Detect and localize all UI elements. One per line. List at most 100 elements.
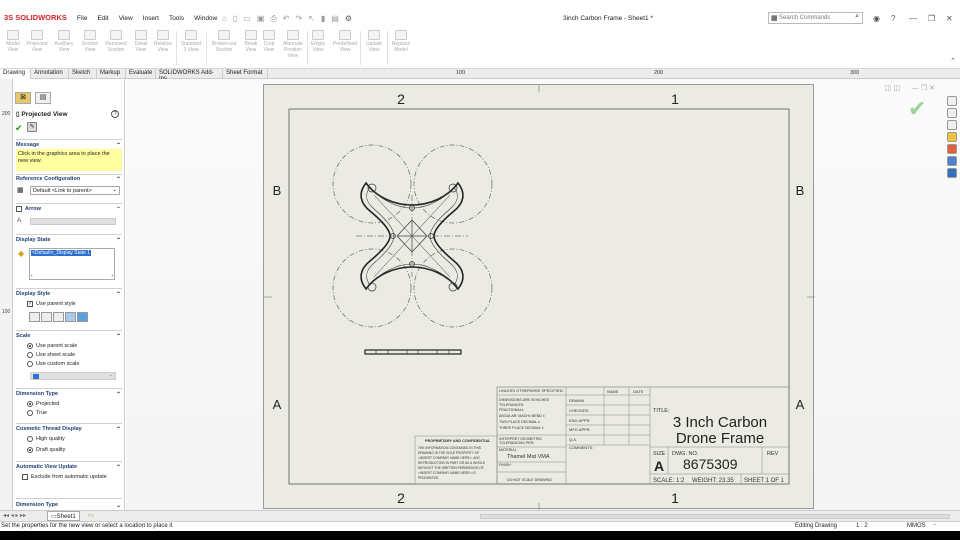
message-header[interactable]: Message ⌃ xyxy=(16,142,121,149)
hidden-lines-removed-icon[interactable] xyxy=(53,312,64,322)
solidworks-forum-icon[interactable] xyxy=(947,168,957,178)
use-parent-scale-option[interactable]: Use parent scale xyxy=(27,343,77,349)
shaded-icon[interactable] xyxy=(77,312,88,322)
new-document-icon[interactable]: ▯ xyxy=(233,14,237,24)
search-scope-icon[interactable]: ▦ xyxy=(771,14,778,22)
radio[interactable] xyxy=(27,361,33,367)
hidden-lines-visible-icon[interactable] xyxy=(41,312,52,322)
menu-insert[interactable]: Insert xyxy=(138,15,164,22)
collapse-chevron-icon[interactable]: ⌃ xyxy=(116,464,121,471)
reference-configuration-header[interactable]: Reference Configuration ⌃ xyxy=(16,176,121,183)
tab-solidworks-add-ins[interactable]: SOLIDWORKS Add-Ins xyxy=(156,69,223,82)
radio[interactable] xyxy=(27,410,33,416)
menu-tools[interactable]: Tools xyxy=(164,15,189,22)
confirmation-corner-check-icon[interactable]: ✔ xyxy=(908,96,926,122)
section-view-button[interactable]: Section View xyxy=(77,30,103,53)
alternate-position-view-button[interactable]: Alternate Position View xyxy=(279,30,307,59)
arrow-label-field[interactable] xyxy=(30,218,116,225)
view-palette-pane-icon[interactable] xyxy=(947,132,957,142)
horizontal-scrollbar[interactable] xyxy=(480,514,950,519)
radio-selected[interactable] xyxy=(27,343,33,349)
custom-properties-icon[interactable] xyxy=(947,156,957,166)
arrow-header[interactable]: Arrow xyxy=(16,206,41,212)
custom-scale-dropdown[interactable]: ⌄ xyxy=(30,372,116,380)
tab-sketch[interactable]: Sketch xyxy=(69,69,97,79)
cosmetic-thread-header[interactable]: Cosmetic Thread Display ⌃ xyxy=(16,426,121,433)
scale-header[interactable]: Scale ⌃ xyxy=(16,333,121,340)
window-controls-icon[interactable]: — ❐ ✕ xyxy=(912,84,935,92)
menu-edit[interactable]: Edit xyxy=(92,15,113,22)
design-library-icon[interactable] xyxy=(947,108,957,118)
removed-section-button[interactable]: Removed Section xyxy=(103,30,129,53)
model-view-button[interactable]: Model View xyxy=(0,30,26,53)
replace-model-button[interactable]: Replace Model xyxy=(388,30,414,53)
collapse-chevron-icon[interactable]: ⌃ xyxy=(116,391,121,398)
print-icon[interactable]: ⎙ xyxy=(270,14,276,24)
projected-option[interactable]: Projected xyxy=(27,401,59,407)
collapse-chevron-icon[interactable]: ⌃ xyxy=(116,142,121,149)
reference-configuration-dropdown[interactable]: Default <Link to parent> ⌄ xyxy=(30,186,120,195)
tab-annotation[interactable]: Annotation xyxy=(31,69,69,79)
collapse-chevron-icon[interactable]: ⌃ xyxy=(116,333,121,340)
auxiliary-view-button[interactable]: Auxiliary View xyxy=(51,30,77,53)
redo-icon[interactable]: ↷ xyxy=(295,14,302,24)
appearances-icon[interactable] xyxy=(947,144,957,154)
tab-sheet-format[interactable]: Sheet Format xyxy=(223,69,268,79)
collapse-chevron-icon[interactable]: ⌃ xyxy=(116,206,121,213)
use-parent-style-checkbox[interactable]: ✓ xyxy=(27,301,33,307)
collapse-ribbon-icon[interactable]: ⌃ xyxy=(950,57,956,65)
property-manager-tab-icon[interactable]: ▤ xyxy=(35,92,51,104)
status-units[interactable]: MMGS xyxy=(907,523,926,529)
solidworks-resources-icon[interactable] xyxy=(947,96,957,106)
units-menu-icon[interactable]: ⌃ xyxy=(932,523,937,530)
sheet1-tab[interactable]: ▭Sheet1 xyxy=(47,511,80,521)
use-parent-style-option[interactable]: ✓ Use parent style xyxy=(27,301,76,307)
scroll-right-icon[interactable]: › xyxy=(111,273,113,279)
undo-icon[interactable]: ↶ xyxy=(283,14,290,24)
pushpin-icon[interactable]: ✎ xyxy=(27,122,37,132)
sheet-nav-arrows-icon[interactable]: ◂◂ ◂ ▸ ▸▸ xyxy=(3,512,26,519)
feature-manager-tab-icon[interactable]: ⊠ xyxy=(15,92,31,104)
file-properties-icon[interactable]: ▤ xyxy=(331,14,339,24)
broken-out-section-button[interactable]: Broken-out Section xyxy=(209,30,239,53)
display-state-list[interactable]: <Default>_Display State 1 ‹ › xyxy=(29,248,115,280)
exclude-checkbox[interactable] xyxy=(22,474,28,480)
high-quality-option[interactable]: High quality xyxy=(27,436,65,442)
projected-view-button[interactable]: Projected View xyxy=(24,30,50,53)
automatic-view-update-header[interactable]: Automatic View Update ⌃ xyxy=(16,464,121,471)
radio[interactable] xyxy=(27,352,33,358)
use-custom-scale-option[interactable]: Use custom scale xyxy=(27,361,79,367)
status-scale[interactable]: 1 : 2 xyxy=(856,523,868,529)
options-icon[interactable]: ⚙ xyxy=(345,14,352,24)
select-icon[interactable]: ↖ xyxy=(308,14,315,24)
view-palette-icon[interactable]: ◫ ◫ xyxy=(885,84,900,92)
tab-evaluate[interactable]: Evaluate xyxy=(126,69,156,79)
radio-selected[interactable] xyxy=(27,401,33,407)
wireframe-icon[interactable] xyxy=(29,312,40,322)
home-icon[interactable]: ⌂ xyxy=(222,14,227,24)
collapse-chevron-icon[interactable]: ⌃ xyxy=(116,426,121,433)
solidworks-logo[interactable]: 3S SOLIDWORKS xyxy=(4,13,67,22)
predefined-view-button[interactable]: Predefined View xyxy=(331,30,359,53)
search-commands[interactable]: ▦ Search Commands ⌕ xyxy=(768,12,863,24)
menu-view[interactable]: View xyxy=(114,15,138,22)
close-icon[interactable]: ✕ xyxy=(946,14,953,23)
use-sheet-scale-option[interactable]: Use sheet scale xyxy=(27,352,75,358)
minimize-icon[interactable]: — xyxy=(909,14,917,23)
file-explorer-icon[interactable] xyxy=(947,120,957,130)
scroll-left-icon[interactable]: ‹ xyxy=(31,273,33,279)
search-icon[interactable]: ⌕ xyxy=(855,13,859,21)
true-option[interactable]: True xyxy=(27,410,47,416)
collapse-chevron-icon[interactable]: ⌃ xyxy=(116,176,121,183)
display-state-header[interactable]: Display State ⌃ xyxy=(16,237,121,244)
standard-3-view-button[interactable]: Standard 3 View xyxy=(178,30,204,53)
exclude-auto-update-option[interactable]: Exclude from automatic update xyxy=(22,474,107,480)
tab-drawing[interactable]: Drawing xyxy=(0,69,31,79)
help-icon[interactable]: ? xyxy=(891,14,895,23)
rebuild-icon[interactable]: ▮ xyxy=(321,14,325,24)
ok-checkmark-icon[interactable]: ✔ xyxy=(15,123,23,134)
add-sheet-icon[interactable]: ▭ xyxy=(88,512,94,519)
update-view-button[interactable]: Update View xyxy=(361,30,387,53)
dimension-type-footer-header[interactable]: Dimension Type ⌄ xyxy=(16,502,121,509)
shaded-with-edges-icon[interactable] xyxy=(65,312,76,322)
